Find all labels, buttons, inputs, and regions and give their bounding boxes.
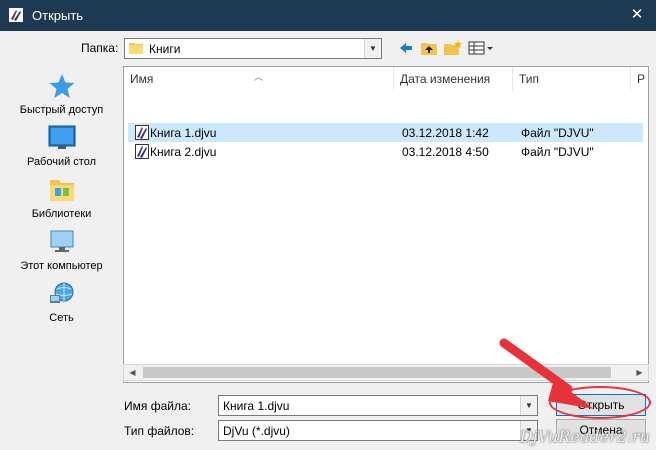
libraries-icon bbox=[49, 180, 74, 201]
up-folder-icon[interactable] bbox=[420, 39, 438, 57]
place-quick-access[interactable]: Быстрый доступ bbox=[8, 72, 115, 116]
place-label: Быстрый доступ bbox=[19, 104, 104, 116]
file-name: Книга 1.djvu bbox=[150, 126, 217, 140]
filetype-select[interactable]: DjVu (*.djvu) ▼ bbox=[218, 420, 538, 441]
lookin-label: Папка: bbox=[81, 41, 119, 55]
table-row[interactable]: Книга 2.djvu 03.12.2018 4:50 Файл "DJVU" bbox=[128, 142, 643, 161]
scroll-left-icon[interactable]: ◀ bbox=[124, 365, 141, 380]
place-this-pc[interactable]: Этот компьютер bbox=[8, 228, 115, 272]
place-label: Этот компьютер bbox=[20, 260, 103, 272]
file-name: Книга 2.djvu bbox=[150, 145, 217, 159]
djvu-app-icon bbox=[9, 8, 23, 22]
place-label: Библиотеки bbox=[31, 208, 92, 220]
watermark: DjVuReader2.ru bbox=[519, 427, 650, 446]
folder-icon bbox=[129, 43, 143, 54]
close-button[interactable]: ✕ bbox=[624, 3, 650, 27]
place-label: Сеть bbox=[49, 312, 74, 324]
places-bar: Быстрый доступ Рабочий стол Библиотеки Э… bbox=[8, 66, 115, 366]
lookin-combo[interactable]: Книги ▼ bbox=[124, 38, 382, 59]
column-header-name[interactable]: Имя ︿ bbox=[124, 67, 394, 91]
file-date: 03.12.2018 1:42 bbox=[402, 126, 489, 140]
computer-icon bbox=[50, 230, 73, 252]
sort-up-icon: ︿ bbox=[254, 72, 264, 82]
back-icon[interactable] bbox=[398, 39, 414, 57]
chevron-down-icon[interactable]: ▼ bbox=[364, 39, 381, 58]
scroll-right-icon[interactable]: ▶ bbox=[631, 365, 648, 380]
window-title: Открыть bbox=[32, 8, 84, 23]
file-type: Файл "DJVU" bbox=[521, 145, 594, 159]
djvu-file-icon bbox=[135, 144, 149, 159]
file-date: 03.12.2018 4:50 bbox=[402, 145, 489, 159]
file-type: Файл "DJVU" bbox=[521, 126, 594, 140]
place-desktop[interactable]: Рабочий стол bbox=[8, 124, 115, 168]
filetype-label: Тип файлов: bbox=[124, 424, 195, 438]
column-header-size[interactable]: Р bbox=[631, 67, 648, 91]
column-header-type[interactable]: Тип bbox=[513, 67, 631, 91]
filetype-value: DjVu (*.djvu) bbox=[223, 424, 290, 438]
star-icon bbox=[49, 74, 74, 98]
filename-label: Имя файла: bbox=[124, 399, 191, 413]
place-label: Рабочий стол bbox=[26, 156, 97, 168]
desktop-icon bbox=[48, 125, 75, 149]
view-menu-icon[interactable] bbox=[468, 39, 494, 57]
table-row[interactable]: Книга 1.djvu 03.12.2018 1:42 Файл "DJVU" bbox=[128, 123, 643, 142]
network-icon bbox=[49, 282, 73, 303]
dialog-body: Папка: Книги ▼ Быстрый доступ Рабочий ст… bbox=[0, 31, 656, 450]
filename-value: Книга 1.djvu bbox=[223, 399, 290, 413]
red-arrow-annotation bbox=[499, 338, 594, 409]
place-network[interactable]: Сеть bbox=[8, 280, 115, 324]
close-icon: ✕ bbox=[630, 6, 644, 23]
place-libraries[interactable]: Библиотеки bbox=[8, 176, 115, 220]
lookin-value: Книги bbox=[149, 42, 181, 56]
new-folder-icon[interactable] bbox=[443, 39, 463, 57]
title-bar: Открыть ✕ bbox=[0, 0, 656, 31]
djvu-file-icon bbox=[135, 125, 149, 140]
column-header-date[interactable]: Дата изменения bbox=[394, 67, 513, 91]
